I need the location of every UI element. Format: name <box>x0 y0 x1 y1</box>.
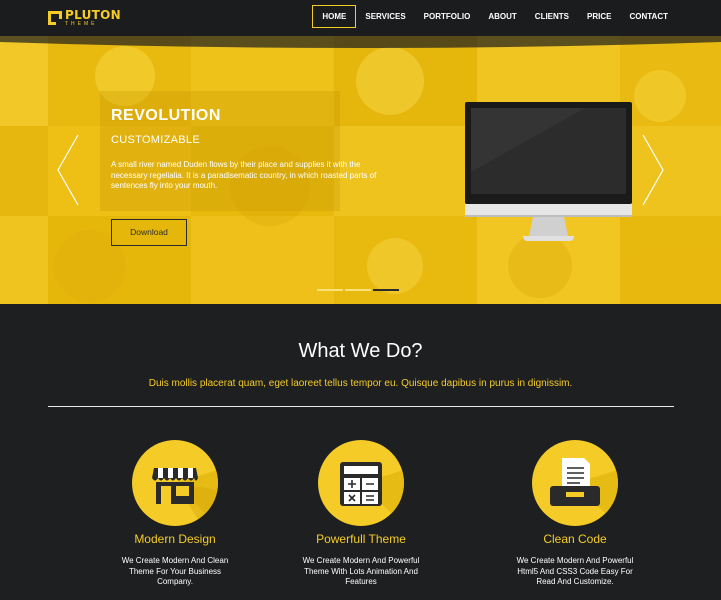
slider-dot[interactable] <box>317 289 343 291</box>
feature-text: We Create Modern And Clean Theme For You… <box>121 556 229 586</box>
feature-text: We Create Modern And Powerful Html5 And … <box>516 556 634 586</box>
nav-item-clients[interactable]: CLIENTS <box>526 5 578 28</box>
chevron-right-icon[interactable] <box>642 134 664 206</box>
slider-dot-active[interactable] <box>373 289 399 291</box>
nav-item-about[interactable]: ABOUT <box>479 5 525 28</box>
navbar: PLUTON THEME HOME SERVICES PORTFOLIO ABO… <box>0 0 721 36</box>
hero-slider: REVOLUTION CUSTOMIZABLE A small river na… <box>0 36 721 304</box>
slider-dot[interactable] <box>345 289 371 291</box>
feature-icon-circle <box>132 440 218 526</box>
feature-clean-code: Clean Code We Create Modern And Powerful… <box>500 440 650 588</box>
section-title: What We Do? <box>298 340 423 362</box>
nav-item-price[interactable]: PRICE <box>578 5 620 28</box>
hero-subhead: CUSTOMIZABLE <box>111 134 200 146</box>
feature-text: We Create Modern And Powerful Theme With… <box>302 556 420 586</box>
feature-title: Powerfull Theme <box>316 532 406 546</box>
nav-item-portfolio[interactable]: PORTFOLIO <box>415 5 480 28</box>
nav-item-home[interactable]: HOME <box>312 5 357 28</box>
section-divider <box>48 406 674 407</box>
nav-item-services[interactable]: SERVICES <box>356 5 414 28</box>
brand-name: PLUTON <box>65 8 121 22</box>
brand-tagline: THEME <box>65 21 98 27</box>
feature-icon-circle <box>532 440 618 526</box>
calculator-icon <box>340 462 404 526</box>
printer-icon <box>550 458 618 526</box>
hero-headline: REVOLUTION <box>111 107 221 124</box>
feature-title: Modern Design <box>134 532 216 546</box>
feature-powerfull-theme: Powerfull Theme We Create Modern And Pow… <box>286 440 436 588</box>
feature-icon-circle <box>318 440 404 526</box>
section-subtitle: Duis mollis placerat quam, eget laoreet … <box>148 378 573 389</box>
slider-pagination <box>317 289 399 291</box>
feature-modern-design: Modern Design We Create Modern And Clean… <box>100 440 250 588</box>
feature-title: Clean Code <box>543 532 607 546</box>
main-nav: HOME SERVICES PORTFOLIO ABOUT CLIENTS PR… <box>312 5 677 28</box>
logo-mark-icon <box>48 11 62 25</box>
shop-icon <box>152 468 218 526</box>
hero-description: A small river named Duden flows by their… <box>111 160 377 190</box>
logo[interactable]: PLUTON THEME <box>48 8 121 28</box>
download-button[interactable]: Download <box>111 219 187 246</box>
chevron-left-icon[interactable] <box>57 134 79 206</box>
nav-item-contact[interactable]: CONTACT <box>620 5 677 28</box>
monitor-image <box>465 102 632 241</box>
